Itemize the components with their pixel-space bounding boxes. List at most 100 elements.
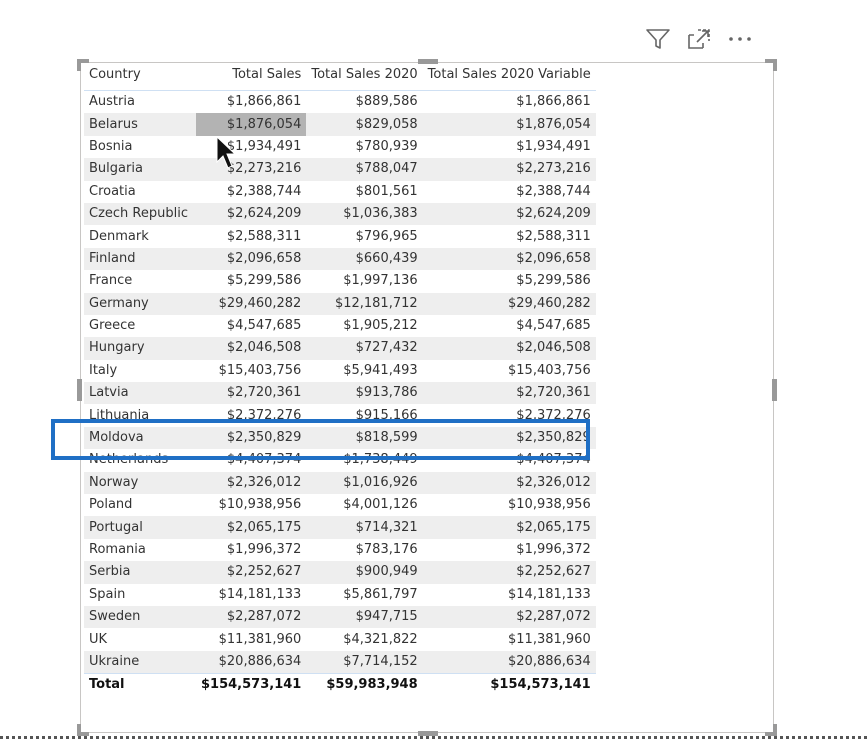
value-cell[interactable]: $1,876,054 <box>422 113 596 136</box>
value-cell[interactable]: $1,997,136 <box>306 270 422 292</box>
value-cell[interactable]: $788,047 <box>306 158 423 181</box>
value-cell[interactable]: $1,996,372 <box>423 539 596 561</box>
value-cell[interactable]: $1,866,861 <box>196 91 306 114</box>
selected-cell[interactable]: $1,876,054 <box>196 113 307 136</box>
value-cell[interactable]: $10,938,956 <box>196 494 306 516</box>
country-cell[interactable]: Hungary <box>84 337 196 360</box>
column-header-total-sales[interactable]: Total Sales <box>196 62 307 91</box>
country-cell[interactable]: Ukraine <box>84 650 196 674</box>
value-cell[interactable]: $727,432 <box>306 337 423 360</box>
value-cell[interactable]: $10,938,956 <box>423 494 596 516</box>
value-cell[interactable]: $1,016,926 <box>306 471 423 495</box>
country-cell[interactable]: Bosnia <box>84 136 196 158</box>
column-header-total-sales-2020-variable[interactable]: Total Sales 2020 Variable <box>422 62 596 91</box>
value-cell[interactable]: $4,407,374 <box>196 449 306 471</box>
value-cell[interactable]: $2,287,072 <box>196 605 307 629</box>
value-cell[interactable]: $900,949 <box>306 561 423 584</box>
value-cell[interactable]: $1,738,449 <box>306 449 422 471</box>
country-cell[interactable]: Czech Republic <box>84 202 196 226</box>
table-row[interactable]: Austria $1,866,861 $889,586 $1,866,861 <box>84 91 596 114</box>
value-cell[interactable]: $913,786 <box>306 382 423 405</box>
country-cell[interactable]: Italy <box>84 360 196 382</box>
table-row[interactable]: Latvia $2,720,361 $913,786 $2,720,361 <box>84 382 596 405</box>
table-row[interactable]: Czech Republic $2,624,209 $1,036,383 $2,624… <box>84 202 596 226</box>
value-cell[interactable]: $2,372,276 <box>423 404 596 426</box>
value-cell[interactable]: $660,439 <box>306 247 423 271</box>
value-cell[interactable]: $947,715 <box>306 605 423 629</box>
value-cell[interactable]: $5,299,586 <box>423 270 596 292</box>
value-cell[interactable]: $1,905,212 <box>306 315 422 337</box>
value-cell[interactable]: $14,181,133 <box>196 584 306 606</box>
value-cell[interactable]: $29,460,282 <box>422 292 596 315</box>
country-cell[interactable]: Sweden <box>84 605 196 629</box>
value-cell[interactable]: $829,058 <box>306 113 423 136</box>
value-cell[interactable]: $1,996,372 <box>196 539 306 561</box>
value-cell[interactable]: $2,287,072 <box>422 605 596 629</box>
country-cell[interactable]: Finland <box>84 247 196 271</box>
value-cell[interactable]: $1,934,491 <box>423 136 596 158</box>
table-row[interactable]: Moldova $2,350,829 $818,599 $2,350,829 <box>84 426 596 450</box>
value-cell[interactable]: $889,586 <box>306 91 422 114</box>
value-cell[interactable]: $2,096,658 <box>422 247 596 271</box>
column-header-total-sales-2020[interactable]: Total Sales 2020 <box>306 62 423 91</box>
country-cell[interactable]: Croatia <box>84 181 196 203</box>
value-cell[interactable]: $801,561 <box>306 181 422 203</box>
value-cell[interactable]: $2,046,508 <box>196 337 307 360</box>
country-cell[interactable]: Spain <box>84 584 196 606</box>
value-cell[interactable]: $915,166 <box>306 404 422 426</box>
country-cell[interactable]: Germany <box>84 292 196 315</box>
resize-handle-bottom-right[interactable] <box>765 724 777 736</box>
value-cell[interactable]: $15,403,756 <box>196 360 306 382</box>
value-cell[interactable]: $2,350,829 <box>196 426 307 450</box>
table-row[interactable]: Serbia $2,252,627 $900,949 $2,252,627 <box>84 561 596 584</box>
value-cell[interactable]: $2,350,829 <box>422 426 596 450</box>
table-row[interactable]: Portugal $2,065,175 $714,321 $2,065,175 <box>84 516 596 539</box>
value-cell[interactable]: $2,096,658 <box>196 247 307 271</box>
table-row[interactable]: Belarus $1,876,054 $829,058 $1,876,054 <box>84 113 596 136</box>
table-row[interactable]: Greece $4,547,685 $1,905,212 $4,547,685 <box>84 315 596 337</box>
country-cell[interactable]: Belarus <box>84 113 196 136</box>
country-cell[interactable]: Denmark <box>84 225 196 247</box>
country-cell[interactable]: Serbia <box>84 561 196 584</box>
value-cell[interactable]: $5,861,797 <box>306 584 422 606</box>
table-row[interactable]: Spain $14,181,133 $5,861,797 $14,181,133 <box>84 584 596 606</box>
value-cell[interactable]: $2,388,744 <box>196 181 306 203</box>
table-row[interactable]: Italy $15,403,756 $5,941,493 $15,403,756 <box>84 360 596 382</box>
value-cell[interactable]: $2,065,175 <box>196 516 307 539</box>
table-row[interactable]: Croatia $2,388,744 $801,561 $2,388,744 <box>84 181 596 203</box>
value-cell[interactable]: $4,407,374 <box>423 449 596 471</box>
value-cell[interactable]: $2,388,744 <box>423 181 596 203</box>
country-cell[interactable]: Romania <box>84 539 196 561</box>
country-cell[interactable]: France <box>84 270 196 292</box>
resize-handle-left[interactable] <box>77 379 82 401</box>
value-cell[interactable]: $5,941,493 <box>306 360 422 382</box>
table-row[interactable]: Germany $29,460,282 $12,181,712 $29,460,282 <box>84 292 596 315</box>
table-row[interactable]: Denmark $2,588,311 $796,965 $2,588,311 <box>84 225 596 247</box>
value-cell[interactable]: $2,273,216 <box>196 158 307 181</box>
resize-handle-bottom-left[interactable] <box>77 724 89 736</box>
resize-handle-right[interactable] <box>772 379 777 401</box>
table-row[interactable]: Sweden $2,287,072 $947,715 $2,287,072 <box>84 605 596 629</box>
country-cell[interactable]: Netherlands <box>84 449 196 471</box>
value-cell[interactable]: $20,886,634 <box>196 650 307 674</box>
value-cell[interactable]: $20,886,634 <box>422 650 596 674</box>
country-cell[interactable]: Lithuania <box>84 404 196 426</box>
table-row[interactable]: Poland $10,938,956 $4,001,126 $10,938,956 <box>84 494 596 516</box>
value-cell[interactable]: $783,176 <box>306 539 422 561</box>
value-cell[interactable]: $15,403,756 <box>423 360 596 382</box>
value-cell[interactable]: $780,939 <box>306 136 422 158</box>
value-cell[interactable]: $2,326,012 <box>196 471 307 495</box>
value-cell[interactable]: $2,720,361 <box>422 382 596 405</box>
country-cell[interactable]: Austria <box>84 91 196 114</box>
country-cell[interactable]: Poland <box>84 494 196 516</box>
table-row[interactable]: Bosnia $1,934,491 $780,939 $1,934,491 <box>84 136 596 158</box>
value-cell[interactable]: $12,181,712 <box>306 292 423 315</box>
value-cell[interactable]: $2,588,311 <box>196 225 306 247</box>
value-cell[interactable]: $2,624,209 <box>422 202 596 226</box>
country-cell[interactable]: Bulgaria <box>84 158 196 181</box>
value-cell[interactable]: $2,624,209 <box>196 202 307 226</box>
value-cell[interactable]: $14,181,133 <box>423 584 596 606</box>
value-cell[interactable]: $4,001,126 <box>306 494 422 516</box>
value-cell[interactable]: $714,321 <box>306 516 423 539</box>
country-cell[interactable]: Greece <box>84 315 196 337</box>
